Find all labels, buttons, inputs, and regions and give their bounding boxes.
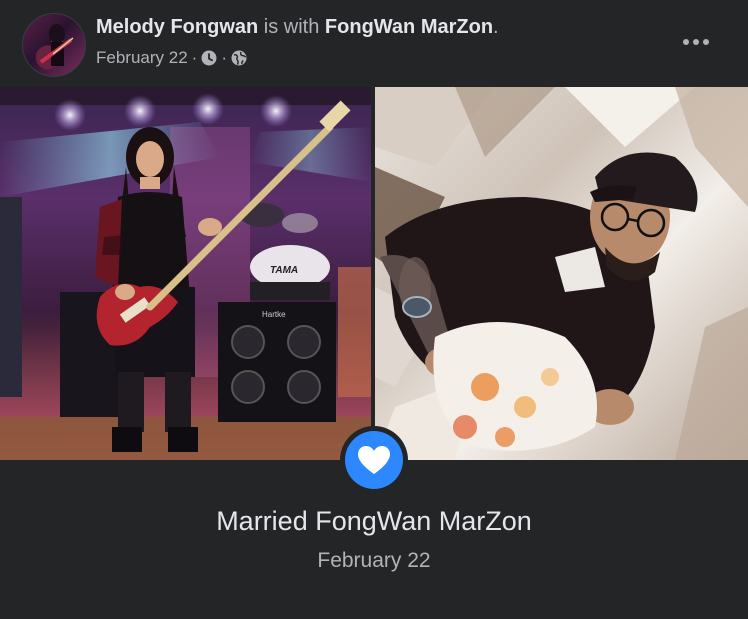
avatar-image [39,24,74,66]
meta-separator: · [221,48,228,67]
post-card: Melody Fongwan is with FongWan MarZon. F… [0,0,748,619]
more-options-icon [683,39,709,45]
drum-label: TAMA [270,265,298,276]
amp-label: Hartke [262,310,286,319]
life-event-badge-inner [345,431,403,489]
life-event-badge [340,426,408,494]
photo-right[interactable] [375,87,748,460]
meta-separator: · [191,48,198,67]
author-name-link[interactable]: Melody Fongwan [96,16,258,38]
with-text: is with [263,16,320,38]
clock-icon [201,50,217,66]
portrait-photo [375,87,748,460]
post-meta: February 22 · · [96,48,247,68]
post-header: Melody Fongwan is with FongWan MarZon. F… [0,0,748,86]
heart-icon [358,446,390,474]
more-options-button[interactable] [676,26,716,58]
life-event-title: Married FongWan MarZon [216,506,532,536]
photo-left[interactable]: TAMA Hartke [0,87,371,460]
tagged-user-link[interactable]: FongWan MarZon [325,16,493,38]
author-avatar[interactable] [22,13,86,77]
life-event-date: February 22 [317,549,431,572]
globe-icon[interactable] [231,50,247,66]
stage-photo: TAMA Hartke [0,87,371,460]
post-date-link[interactable]: February 22 [96,48,188,68]
post-title: Melody Fongwan is with FongWan MarZon. [96,16,499,39]
title-period: . [493,16,499,38]
